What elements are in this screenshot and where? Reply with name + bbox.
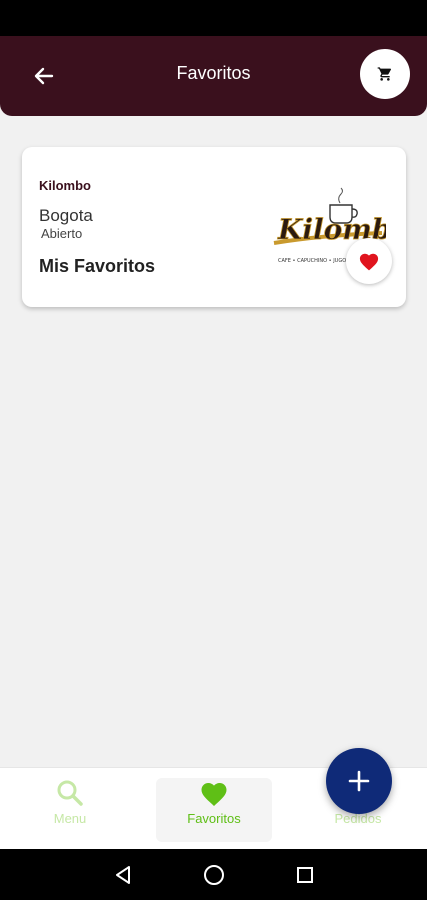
favorite-toggle-button[interactable] bbox=[346, 238, 392, 284]
square-recents-icon bbox=[297, 867, 313, 883]
plus-icon bbox=[348, 770, 370, 792]
add-button[interactable] bbox=[326, 748, 392, 814]
store-city: Bogota bbox=[39, 206, 93, 225]
system-recents-button[interactable] bbox=[292, 862, 318, 888]
cart-button[interactable] bbox=[360, 49, 410, 99]
triangle-back-icon bbox=[116, 866, 130, 884]
nav-menu[interactable]: Menu bbox=[12, 778, 128, 842]
svg-text:CAFE • CAPUCHINO • JUGO: CAFE • CAPUCHINO • JUGO bbox=[278, 258, 346, 264]
nav-favorites-label: Favoritos bbox=[187, 811, 241, 826]
store-status: Abierto bbox=[41, 226, 83, 241]
system-back-button[interactable] bbox=[110, 862, 136, 888]
favorite-store-card[interactable]: Kilombo Bogota Abierto Mis Favoritos Kil… bbox=[22, 147, 406, 307]
system-home-button[interactable] bbox=[201, 862, 227, 888]
nav-favorites[interactable]: Favoritos bbox=[156, 778, 272, 842]
app-bar: Favoritos bbox=[0, 36, 427, 116]
heart-icon bbox=[201, 783, 227, 806]
nav-menu-label: Menu bbox=[53, 811, 87, 826]
circle-home-icon bbox=[204, 865, 224, 885]
heart-icon bbox=[359, 253, 379, 271]
system-navigation-bar bbox=[0, 849, 427, 900]
section-label: Mis Favoritos bbox=[39, 256, 156, 276]
status-bar bbox=[0, 0, 427, 36]
search-icon bbox=[57, 780, 83, 806]
store-name: Kilombo bbox=[39, 178, 91, 193]
cart-icon bbox=[377, 67, 392, 81]
